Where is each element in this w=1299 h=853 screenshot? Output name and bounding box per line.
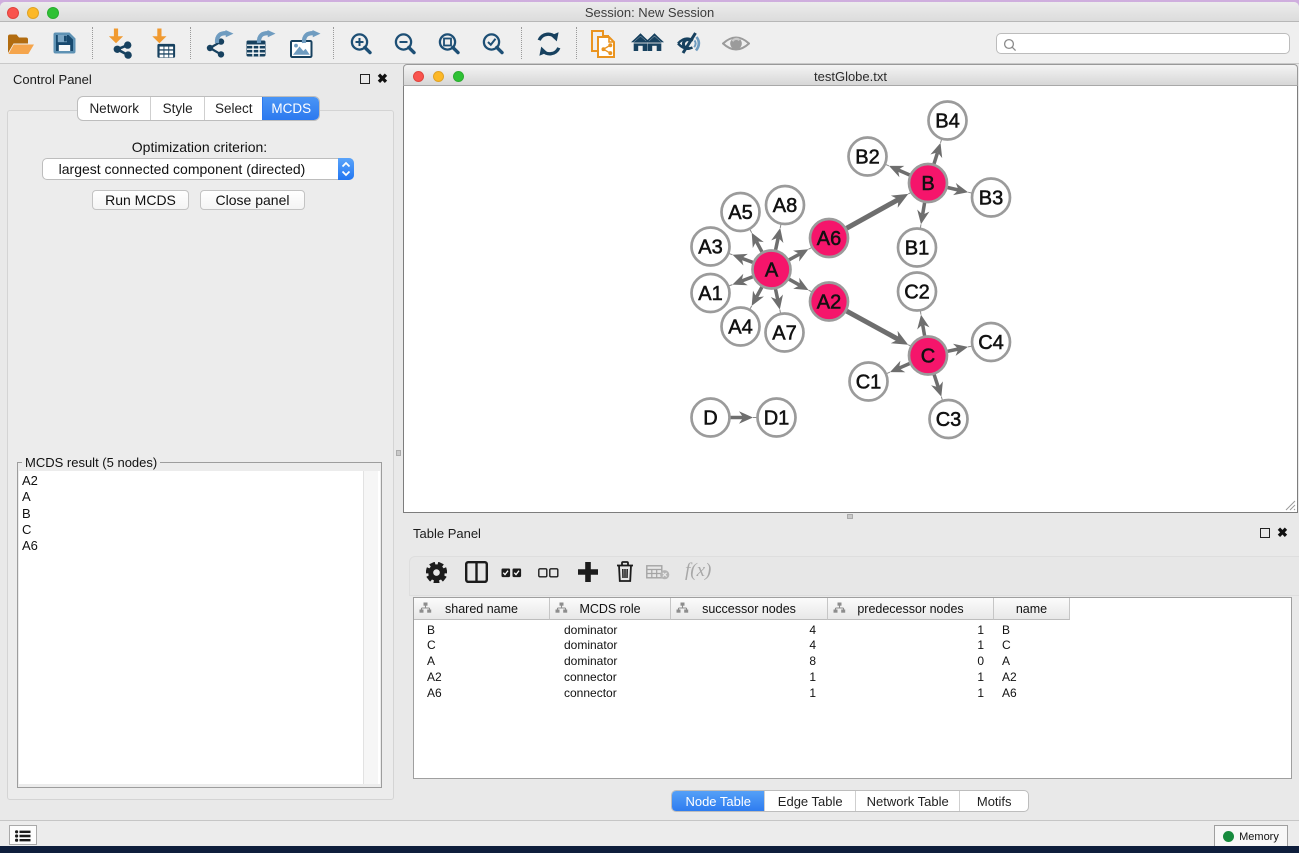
svg-text:B: B: [921, 173, 934, 195]
svg-text:A7: A7: [772, 323, 796, 345]
svg-text:C2: C2: [904, 282, 930, 304]
svg-text:A5: A5: [728, 202, 752, 224]
svg-text:C4: C4: [978, 332, 1004, 354]
svg-text:A3: A3: [698, 237, 722, 259]
svg-text:B2: B2: [855, 147, 879, 169]
svg-text:A4: A4: [728, 317, 752, 339]
svg-text:C3: C3: [936, 409, 962, 431]
svg-text:C: C: [921, 346, 935, 368]
svg-text:D: D: [703, 408, 717, 430]
svg-text:C1: C1: [856, 372, 882, 394]
svg-text:A6: A6: [817, 228, 841, 250]
svg-text:A: A: [765, 260, 779, 282]
svg-text:D1: D1: [764, 408, 790, 430]
svg-text:A1: A1: [698, 283, 722, 305]
svg-text:A8: A8: [773, 195, 797, 217]
svg-text:B4: B4: [935, 111, 959, 133]
svg-text:B3: B3: [979, 188, 1003, 210]
svg-text:A2: A2: [817, 292, 841, 314]
svg-text:B1: B1: [905, 238, 929, 260]
